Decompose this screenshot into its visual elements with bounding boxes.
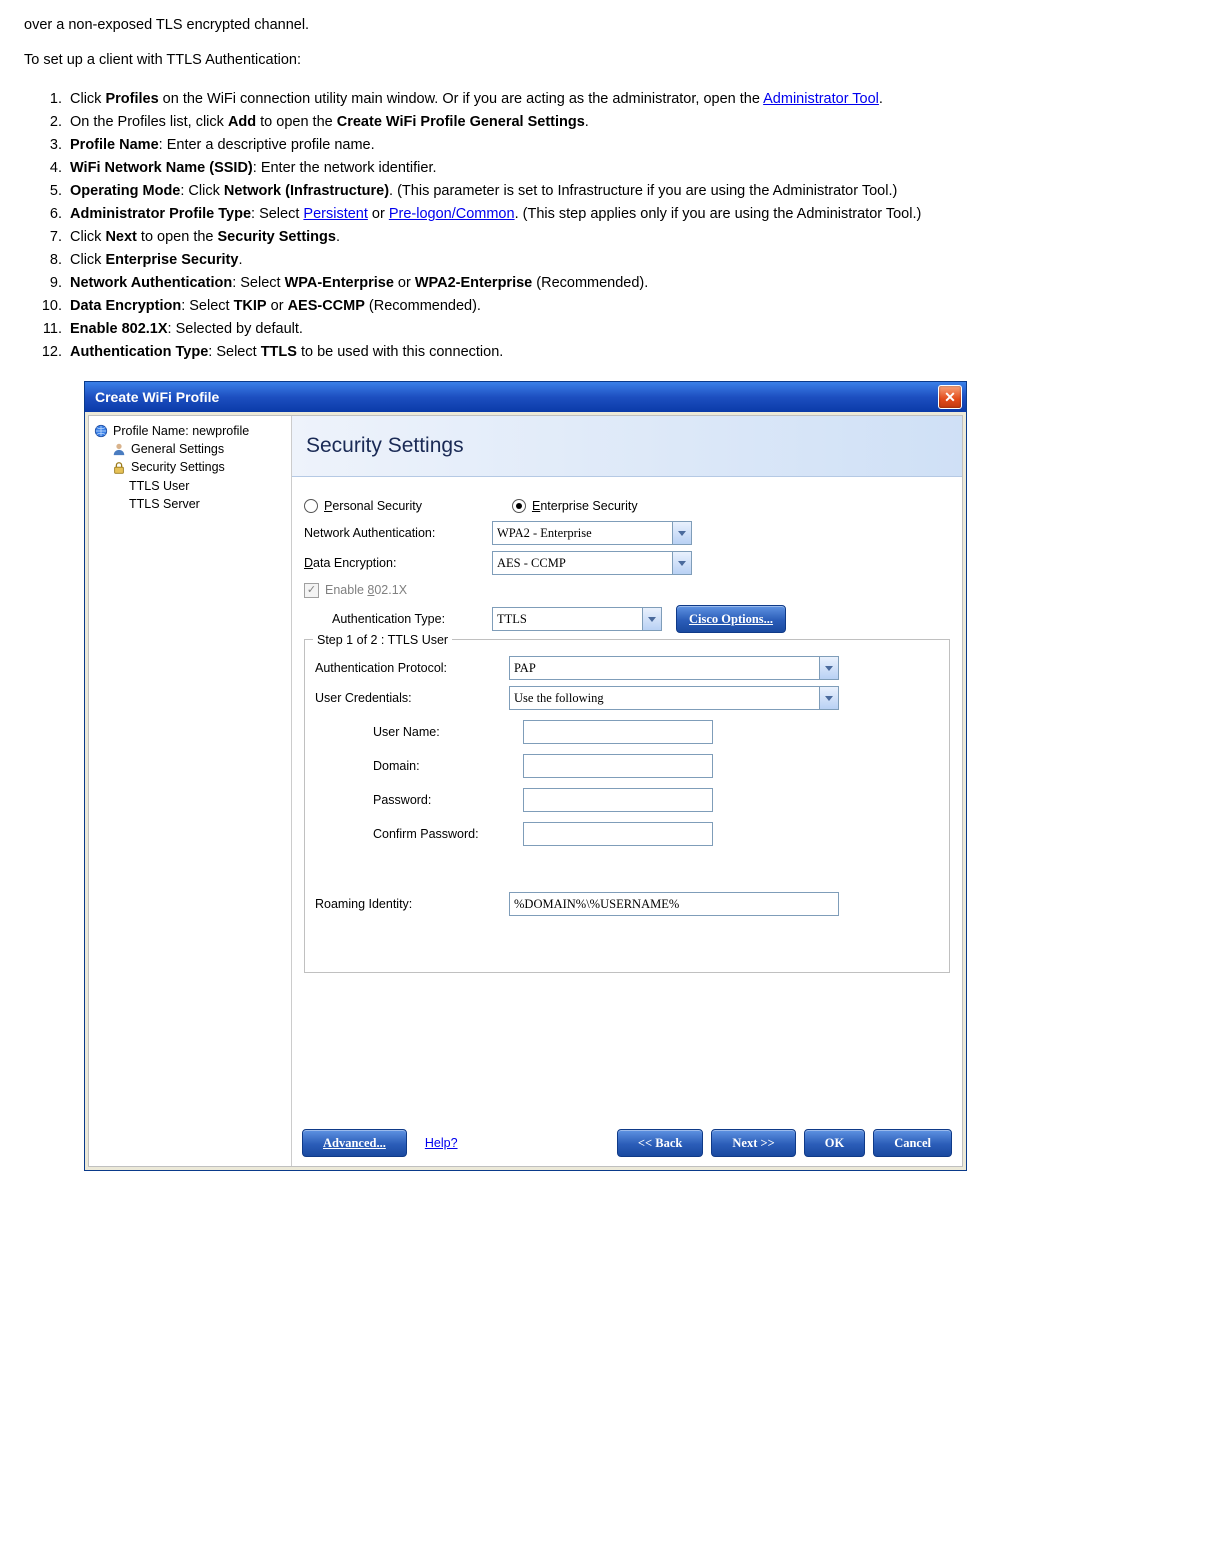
close-icon[interactable]: ✕ (938, 385, 962, 409)
check-enable-8021x: Enable 802.1X (304, 581, 407, 599)
combo-data-encryption[interactable]: AES - CCMP (492, 551, 692, 575)
input-domain[interactable] (523, 754, 713, 778)
step-7: Click Next to open the Security Settings… (66, 227, 1200, 248)
step-3: Profile Name: Enter a descriptive profil… (66, 135, 1200, 156)
globe-icon (93, 423, 109, 439)
intro-setup: To set up a client with TTLS Authenticat… (24, 50, 1200, 71)
step-4: WiFi Network Name (SSID): Enter the netw… (66, 158, 1200, 179)
input-password[interactable] (523, 788, 713, 812)
tree-ttls-user[interactable]: TTLS User (129, 477, 287, 495)
dialog-title: Create WiFi Profile (95, 387, 219, 407)
user-icon (111, 441, 127, 457)
label-confirm-password: Confirm Password: (373, 825, 523, 843)
step-1: Click Profiles on the WiFi connection ut… (66, 89, 1200, 110)
titlebar[interactable]: Create WiFi Profile ✕ (85, 382, 966, 412)
chevron-down-icon (819, 687, 838, 709)
chevron-down-icon (642, 608, 661, 630)
tree-security-settings[interactable]: Security Settings (111, 458, 287, 476)
combo-auth-type[interactable]: TTLS (492, 607, 662, 631)
checkmark-icon (304, 583, 319, 598)
profile-tree: Profile Name: newprofile General Setting… (89, 416, 292, 1166)
cisco-options-button[interactable]: Cisco Options... (676, 605, 786, 633)
back-button[interactable]: << Back (617, 1129, 703, 1157)
label-auth-protocol: Authentication Protocol: (315, 659, 509, 677)
tree-ttls-server[interactable]: TTLS Server (129, 495, 287, 513)
combo-user-credentials[interactable]: Use the following (509, 686, 839, 710)
label-user-credentials: User Credentials: (315, 689, 509, 707)
input-user-name[interactable] (523, 720, 713, 744)
step-6: Administrator Profile Type: Select Persi… (66, 204, 1200, 225)
step-11: Enable 802.1X: Selected by default. (66, 319, 1200, 340)
main-pane: Security Settings Personal Security Ente… (292, 416, 962, 1166)
link-persistent[interactable]: Persistent (303, 206, 367, 222)
label-user-name: User Name: (373, 723, 523, 741)
combo-auth-protocol[interactable]: PAP (509, 656, 839, 680)
security-settings-banner: Security Settings (292, 416, 962, 477)
step-10: Data Encryption: Select TKIP or AES-CCMP… (66, 296, 1200, 317)
label-data-encryption: Data Encryption: (304, 554, 492, 572)
ok-button[interactable]: OK (804, 1129, 865, 1157)
label-password: Password: (373, 791, 523, 809)
step-9: Network Authentication: Select WPA-Enter… (66, 273, 1200, 294)
radio-enterprise-security[interactable]: Enterprise Security (512, 497, 638, 515)
steps-list: Click Profiles on the WiFi connection ut… (24, 89, 1200, 363)
step-12: Authentication Type: Select TTLS to be u… (66, 342, 1200, 363)
chevron-down-icon (819, 657, 838, 679)
input-confirm-password[interactable] (523, 822, 713, 846)
label-roaming-identity: Roaming Identity: (315, 895, 509, 913)
tree-profile-name[interactable]: Profile Name: newprofile (93, 422, 287, 440)
tree-general-settings[interactable]: General Settings (111, 440, 287, 458)
intro-top: over a non-exposed TLS encrypted channel… (24, 15, 1200, 36)
label-auth-type: Authentication Type: (304, 610, 492, 628)
step-2: On the Profiles list, click Add to open … (66, 112, 1200, 133)
link-admin-tool[interactable]: Administrator Tool (763, 91, 879, 107)
cancel-button[interactable]: Cancel (873, 1129, 952, 1157)
chevron-down-icon (672, 552, 691, 574)
input-roaming-identity[interactable]: %DOMAIN%\%USERNAME% (509, 892, 839, 916)
step-8: Click Enterprise Security. (66, 250, 1200, 271)
create-wifi-profile-dialog: Create WiFi Profile ✕ Profile Name: newp… (84, 381, 967, 1171)
radio-personal-security[interactable]: Personal Security (304, 497, 422, 515)
group-legend: Step 1 of 2 : TTLS User (313, 631, 452, 649)
label-domain: Domain: (373, 757, 523, 775)
button-bar: Advanced... Help? << Back Next >> OK Can… (292, 1120, 962, 1166)
advanced-button[interactable]: Advanced... (302, 1129, 407, 1157)
lock-icon (111, 460, 127, 476)
next-button[interactable]: Next >> (711, 1129, 795, 1157)
link-prelogon[interactable]: Pre-logon/Common (389, 206, 515, 222)
combo-network-auth[interactable]: WPA2 - Enterprise (492, 521, 692, 545)
help-link[interactable]: Help? (425, 1134, 458, 1152)
chevron-down-icon (672, 522, 691, 544)
label-network-auth: Network Authentication: (304, 524, 492, 542)
step-5: Operating Mode: Click Network (Infrastru… (66, 181, 1200, 202)
group-ttls-user: Step 1 of 2 : TTLS User Authentication P… (304, 639, 950, 973)
